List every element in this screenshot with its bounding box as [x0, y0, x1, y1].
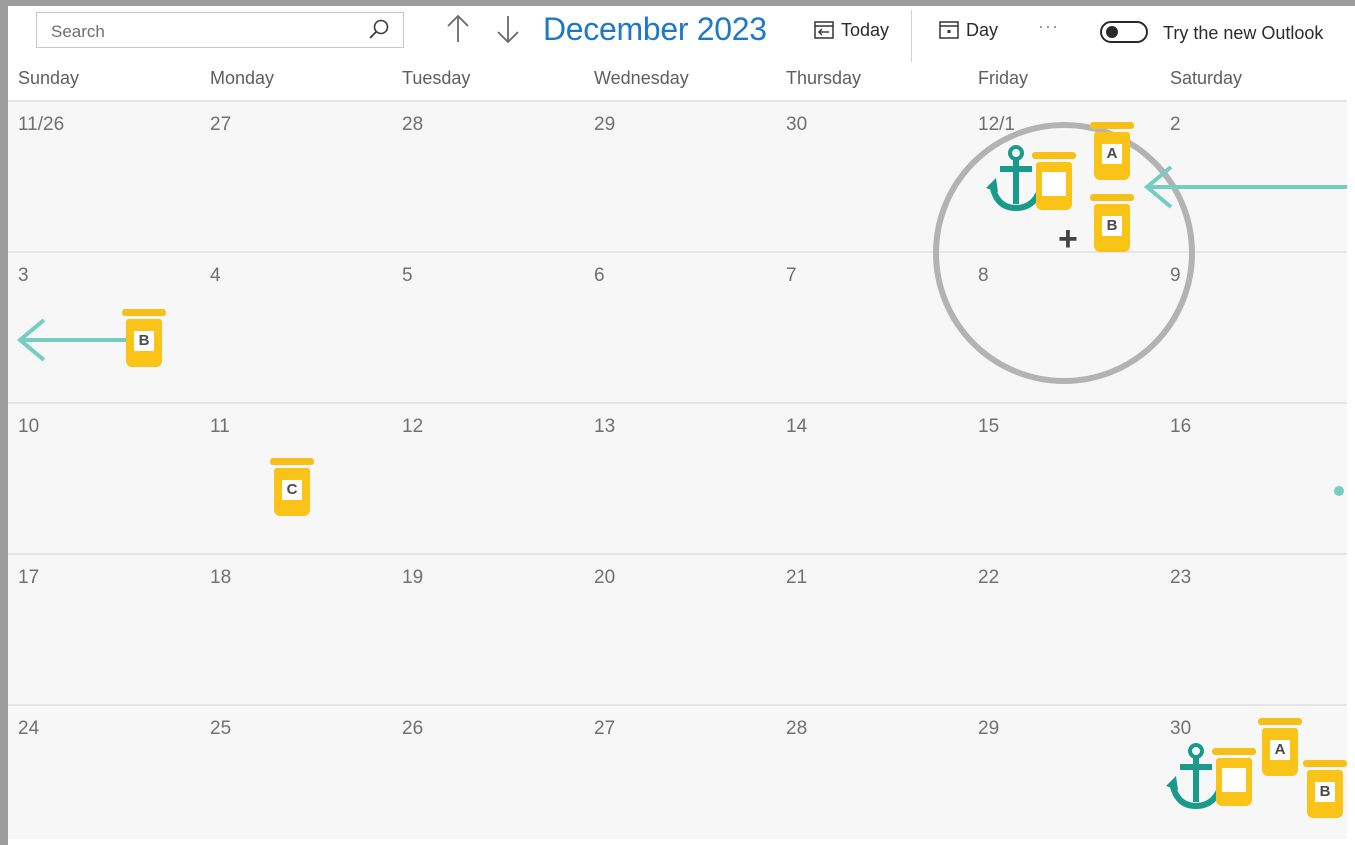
weekday-sunday: Sunday: [18, 68, 80, 88]
day-cell-date[interactable]: 11: [210, 416, 230, 438]
weekday-friday: Friday: [978, 68, 1029, 88]
search-placeholder[interactable]: Search: [51, 22, 105, 42]
jar-lid: [270, 458, 314, 465]
jar-label: B: [134, 331, 154, 351]
weekday-monday: Monday: [210, 68, 275, 88]
jar-icon-b: B: [122, 309, 166, 369]
day-cell-date[interactable]: 22: [978, 567, 999, 589]
day-cell-date[interactable]: 27: [594, 718, 615, 740]
day-cell-date[interactable]: 29: [978, 718, 999, 740]
jar-icon: [1032, 152, 1076, 212]
day-cell-date[interactable]: 25: [210, 718, 231, 740]
arrow-left-icon: [16, 318, 126, 362]
jar-label-empty: [1222, 768, 1246, 792]
week-divider: [8, 704, 1347, 706]
day-cell-date[interactable]: 20: [594, 567, 615, 589]
calendar-today-icon: [814, 21, 834, 39]
day-cell-date[interactable]: 23: [1170, 567, 1191, 589]
weekday-wednesday: Wednesday: [594, 68, 689, 88]
day-view-button[interactable]: Day: [938, 16, 998, 44]
day-cell-date[interactable]: 2: [1170, 114, 1181, 136]
day-cell-date[interactable]: 5: [402, 265, 413, 287]
today-button[interactable]: Today: [813, 16, 889, 44]
plus-icon: +: [1058, 220, 1078, 258]
jar-lid: [1212, 748, 1256, 755]
arrow-left-icon: [1143, 165, 1347, 209]
day-cell-date[interactable]: 3: [18, 265, 29, 287]
day-cell-date[interactable]: 28: [402, 114, 423, 136]
toggle-knob: [1106, 26, 1118, 38]
weekday-thursday: Thursday: [786, 68, 862, 88]
scroll-indicator-dot: [1334, 486, 1344, 496]
day-cell-date[interactable]: 10: [18, 416, 39, 438]
jar-label: B: [1315, 782, 1335, 802]
day-label: Day: [966, 19, 999, 40]
day-cell-date[interactable]: 12: [402, 416, 423, 438]
jar-lid: [1303, 760, 1347, 767]
jar-icon-b: B: [1090, 194, 1134, 254]
search-box[interactable]: Search: [36, 12, 404, 48]
day-cell-date[interactable]: 16: [1170, 416, 1191, 438]
weekday-tuesday: Tuesday: [402, 68, 471, 88]
day-cell-date[interactable]: 27: [210, 114, 231, 136]
week-divider: [8, 553, 1347, 555]
day-cell-date[interactable]: 6: [594, 265, 605, 287]
weekday-header: Sunday Monday Tuesday Wednesday Thursday…: [8, 64, 1347, 102]
jar-icon-b: B: [1303, 760, 1347, 820]
jar-label: A: [1102, 144, 1122, 164]
calendar-day-icon: [939, 21, 959, 39]
day-cell-date[interactable]: 11/26: [18, 114, 64, 136]
day-cell-date[interactable]: 29: [594, 114, 615, 136]
day-cell-date[interactable]: 18: [210, 567, 231, 589]
jar-lid: [1032, 152, 1076, 159]
jar-icon-a: A: [1090, 122, 1134, 182]
more-options-button[interactable]: ···: [1038, 16, 1059, 37]
new-outlook-label: Try the new Outlook: [1163, 23, 1324, 43]
day-cell-date[interactable]: 21: [786, 567, 807, 589]
jar-label: C: [282, 480, 302, 500]
day-cell-date[interactable]: 7: [786, 265, 797, 287]
month-grid: 11/26 27 28 29 30 12/1 2 3 4 5 6 7 8 9 1…: [8, 102, 1347, 839]
previous-up-arrow-icon[interactable]: [444, 12, 472, 46]
next-down-arrow-icon[interactable]: [494, 12, 522, 46]
day-cell-date[interactable]: 24: [18, 718, 39, 740]
month-title[interactable]: December 2023: [543, 11, 767, 48]
jar-lid: [1258, 718, 1302, 725]
toolbar: Search December 2023 Today Day ··· Try t…: [8, 6, 1347, 64]
day-cell-date[interactable]: 13: [594, 416, 615, 438]
jar-icon: [1212, 748, 1256, 808]
day-cell-date[interactable]: 19: [402, 567, 423, 589]
new-outlook-toggle[interactable]: [1100, 21, 1148, 43]
today-label: Today: [841, 19, 890, 40]
day-cell-date[interactable]: 28: [786, 718, 807, 740]
jar-lid: [122, 309, 166, 316]
week-divider: [8, 402, 1347, 404]
weekday-saturday: Saturday: [1170, 68, 1243, 88]
day-cell-date[interactable]: 14: [786, 416, 807, 438]
calendar-window: Search December 2023 Today Day ··· Try t…: [8, 6, 1347, 839]
jar-lid: [1090, 194, 1134, 201]
jar-label-empty: [1042, 172, 1066, 196]
day-cell-date[interactable]: 17: [18, 567, 39, 589]
day-cell-date[interactable]: 4: [210, 265, 221, 287]
jar-label: A: [1270, 740, 1290, 760]
jar-icon-a: A: [1258, 718, 1302, 778]
day-cell-date[interactable]: 15: [978, 416, 999, 438]
search-icon[interactable]: [367, 18, 391, 42]
toolbar-divider: [911, 10, 912, 62]
jar-icon-c: C: [270, 458, 314, 518]
jar-label: B: [1102, 216, 1122, 236]
day-cell-date[interactable]: 30: [786, 114, 807, 136]
day-cell-date[interactable]: 26: [402, 718, 423, 740]
jar-lid: [1090, 122, 1134, 129]
day-cell-date[interactable]: 30: [1170, 718, 1191, 740]
